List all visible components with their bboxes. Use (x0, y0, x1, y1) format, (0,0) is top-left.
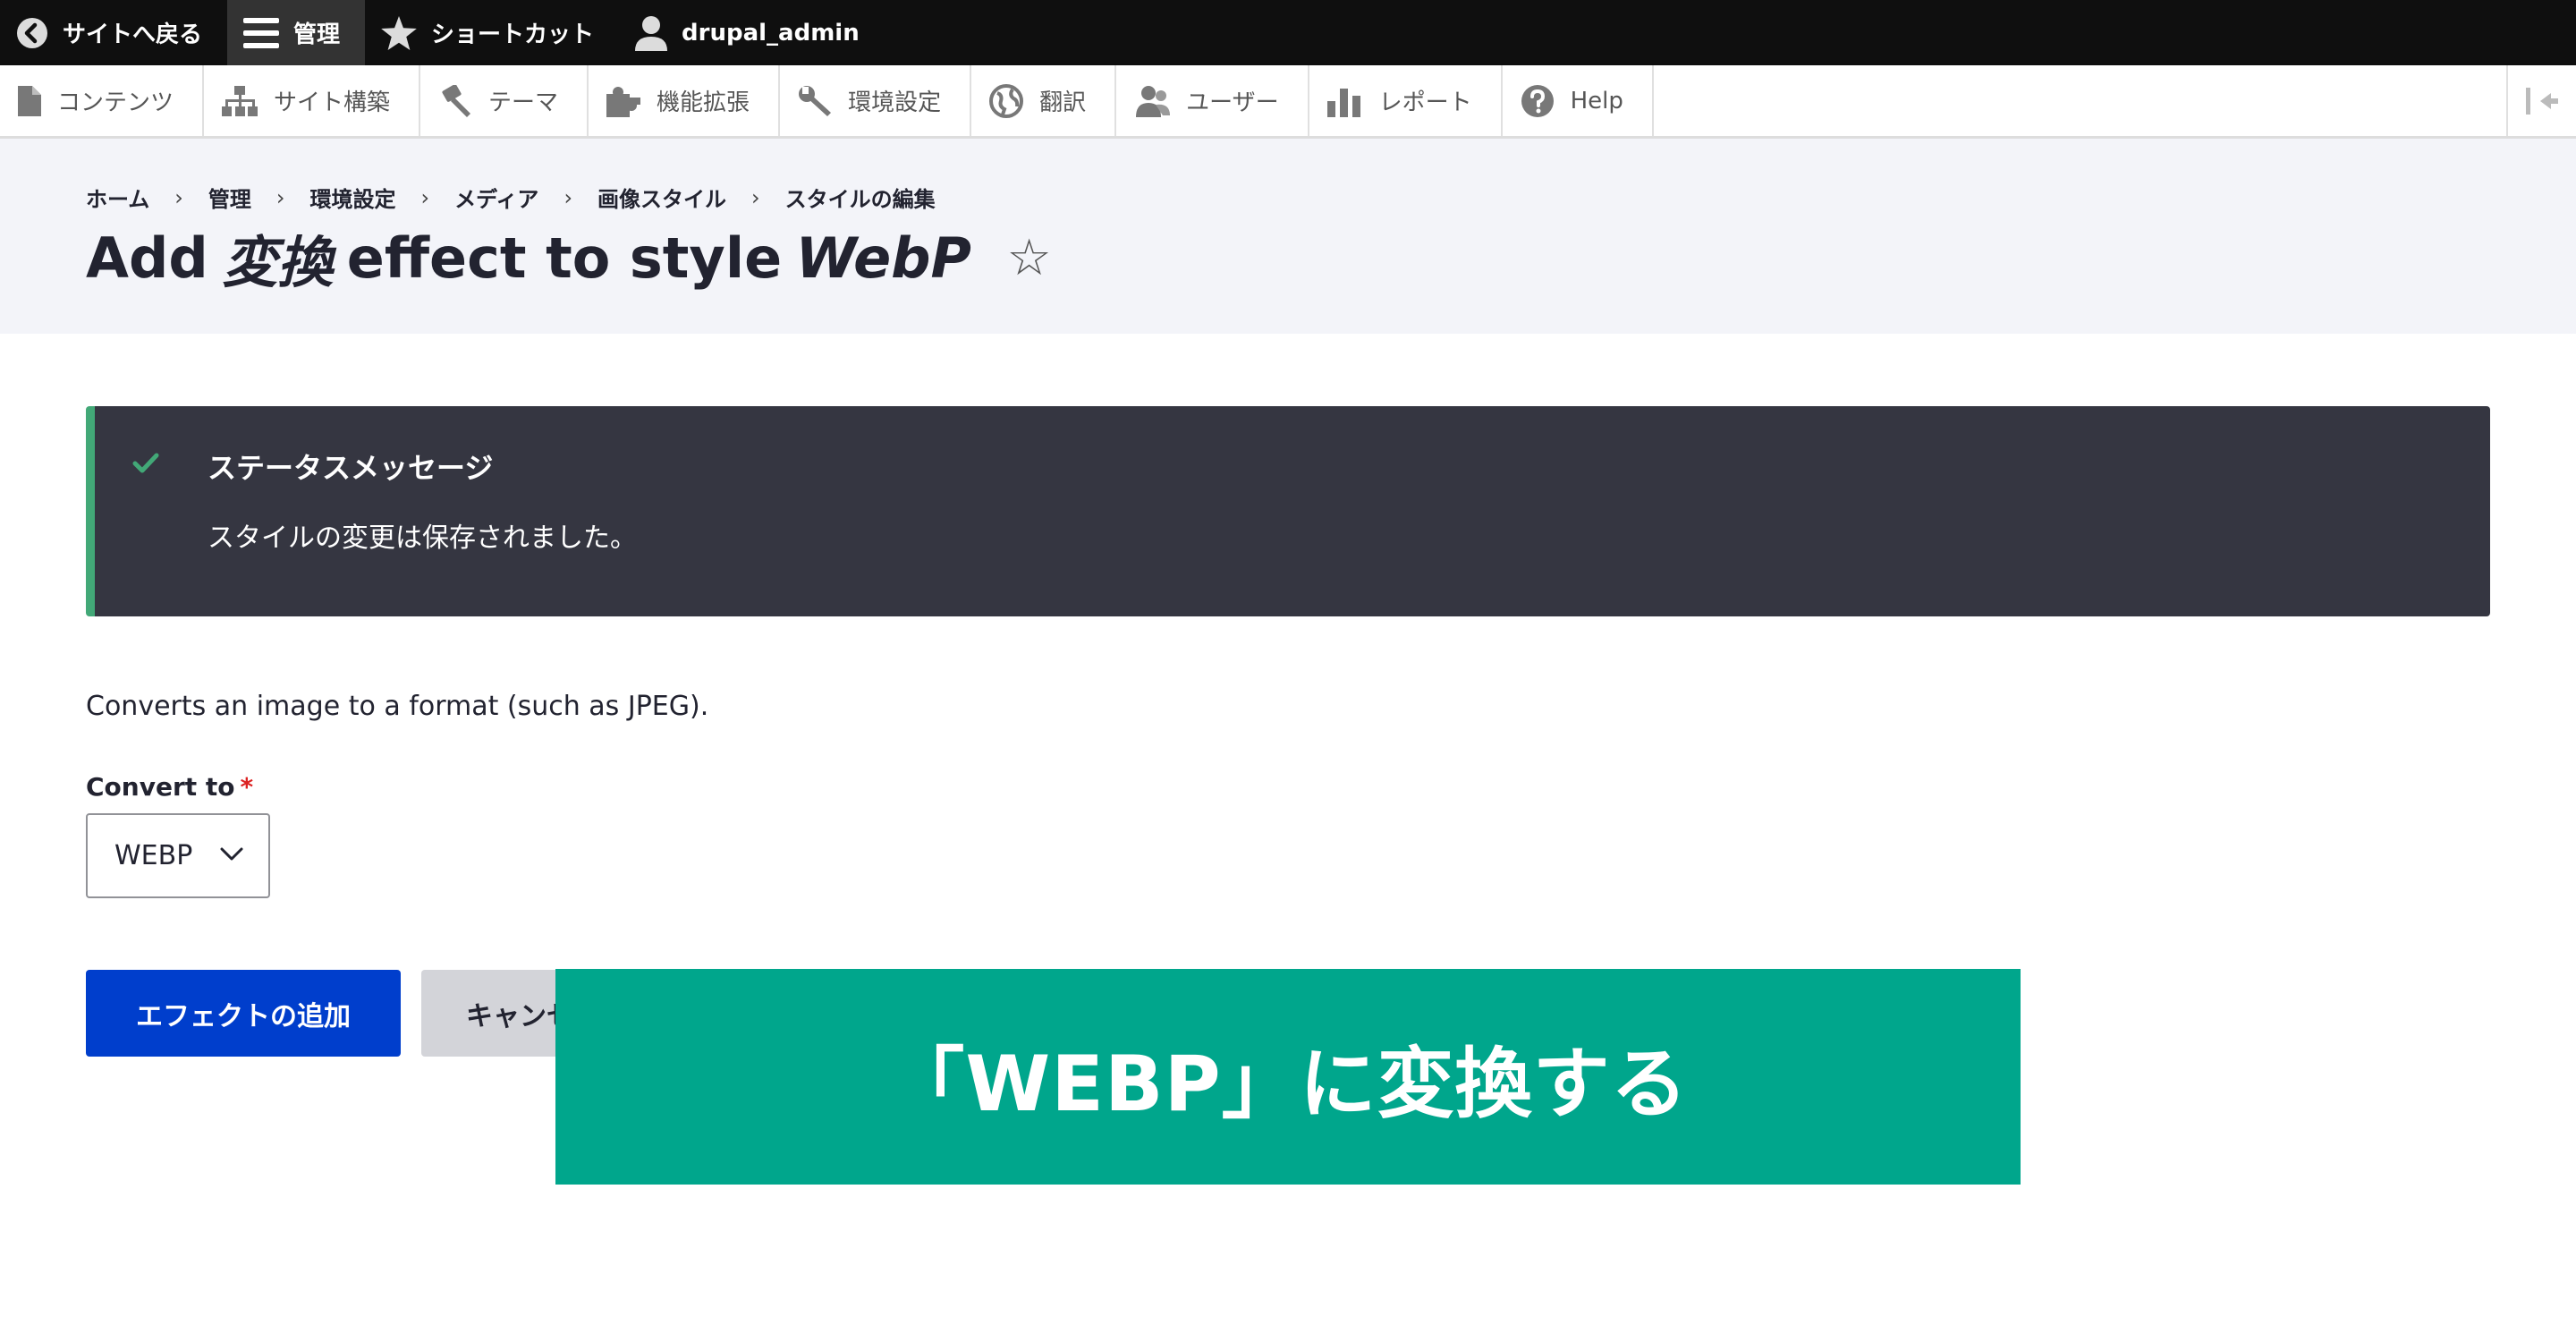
status-title: ステータスメッセージ (208, 451, 494, 485)
puzzle-icon (606, 86, 641, 117)
status-text: スタイルの変更は保存されました。 (208, 522, 637, 554)
tray-item-label: ユーザー (1186, 89, 1279, 116)
convert-to-label-text: Convert to (86, 772, 235, 802)
title-style-name: WebP (795, 225, 971, 291)
tray-item-reports[interactable]: レポート (1309, 65, 1503, 136)
tray-item-label: テーマ (488, 89, 559, 116)
user-label: drupal_admin (682, 19, 860, 47)
manage-tab[interactable]: 管理 (227, 0, 366, 65)
admin-toolbar: サイトへ戻る 管理 ショートカット drupal_admin (0, 0, 2576, 65)
check-icon (132, 453, 159, 473)
breadcrumb: ホーム › 管理 › 環境設定 › メディア › 画像スタイル › スタイルの編… (86, 182, 936, 213)
tray-item-label: 機能拡張 (657, 89, 750, 116)
back-to-site-link[interactable]: サイトへ戻る (0, 0, 227, 65)
tray-item-translation[interactable]: 翻訳 (971, 65, 1117, 136)
back-to-site-label: サイトへ戻る (63, 21, 203, 48)
caption-text: 「WEBP」に変換する (887, 1040, 1689, 1129)
breadcrumb-separator: › (751, 184, 760, 210)
shortcuts-tab[interactable]: ショートカット (365, 0, 619, 65)
breadcrumb-link-media[interactable]: メディア (454, 182, 538, 213)
title-prefix: Add (86, 225, 208, 291)
admin-tray: コンテンツ サイト構築 テーマ 機能拡張 環境設定 翻訳 ユーザー レポート H… (0, 65, 2576, 139)
title-effect-name: 変換 (222, 230, 334, 295)
title-middle: effect to style (346, 225, 783, 291)
tray-item-label: レポート (1378, 89, 1472, 116)
tray-item-content[interactable]: コンテンツ (0, 65, 205, 136)
status-message: ステータスメッセージ スタイルの変更は保存されました。 (86, 406, 2490, 616)
user-tab[interactable]: drupal_admin (619, 0, 885, 65)
tray-orientation-toggle[interactable] (2506, 65, 2576, 136)
chevron-down-icon (220, 847, 243, 861)
required-marker: * (240, 772, 254, 802)
caption-banner: 「WEBP」に変換する (555, 969, 2021, 1185)
breadcrumb-separator: › (275, 184, 285, 210)
file-icon (18, 85, 41, 116)
convert-to-select[interactable]: WEBP (86, 813, 270, 898)
breadcrumb-link-admin[interactable]: 管理 (208, 182, 251, 213)
tray-item-configuration[interactable]: 環境設定 (780, 65, 972, 136)
hamburger-icon (243, 17, 280, 48)
convert-to-label: Convert to * (86, 772, 253, 802)
bar-chart-icon (1326, 88, 1360, 117)
star-icon (381, 15, 417, 50)
breadcrumb-separator: › (564, 184, 573, 210)
breadcrumb-link-edit-style[interactable]: スタイルの編集 (785, 182, 936, 213)
breadcrumb-separator: › (174, 184, 183, 210)
breadcrumb-link-config[interactable]: 環境設定 (310, 182, 396, 213)
help-icon (1521, 84, 1554, 117)
users-icon (1136, 85, 1171, 117)
tray-item-extend[interactable]: 機能拡張 (589, 65, 781, 136)
tray-item-label: Help (1570, 87, 1623, 115)
tray-item-label: コンテンツ (57, 89, 174, 116)
collapse-left-icon (2526, 87, 2558, 115)
user-icon (635, 15, 668, 51)
globe-icon (989, 83, 1024, 118)
effect-description: Converts an image to a format (such as J… (86, 691, 709, 722)
shortcuts-label: ショートカット (431, 21, 595, 48)
page-title: Add 変換 effect to style WebP ☆ (86, 217, 1052, 298)
breadcrumb-link-image-styles[interactable]: 画像スタイル (597, 182, 726, 213)
tray-item-label: サイト構築 (274, 89, 391, 116)
back-arrow-icon (17, 17, 47, 48)
tray-item-label: 環境設定 (848, 89, 942, 116)
page-header: ホーム › 管理 › 環境設定 › メディア › 画像スタイル › スタイルの編… (0, 139, 2576, 334)
breadcrumb-separator: › (420, 184, 430, 210)
tray-item-structure[interactable]: サイト構築 (204, 65, 421, 136)
paintbrush-icon (442, 84, 471, 117)
tray-item-help[interactable]: Help (1503, 65, 1654, 136)
convert-to-selected-value: WEBP (114, 840, 193, 871)
wrench-icon (799, 85, 832, 116)
manage-label: 管理 (293, 21, 341, 48)
tray-item-people[interactable]: ユーザー (1116, 65, 1309, 136)
breadcrumb-link-home[interactable]: ホーム (86, 182, 149, 213)
tray-item-label: 翻訳 (1039, 89, 1087, 116)
sitemap-icon (222, 85, 258, 116)
add-effect-button[interactable]: エフェクトの追加 (86, 970, 401, 1057)
shortcut-star-icon[interactable]: ☆ (1006, 229, 1051, 287)
tray-item-appearance[interactable]: テーマ (420, 65, 589, 136)
